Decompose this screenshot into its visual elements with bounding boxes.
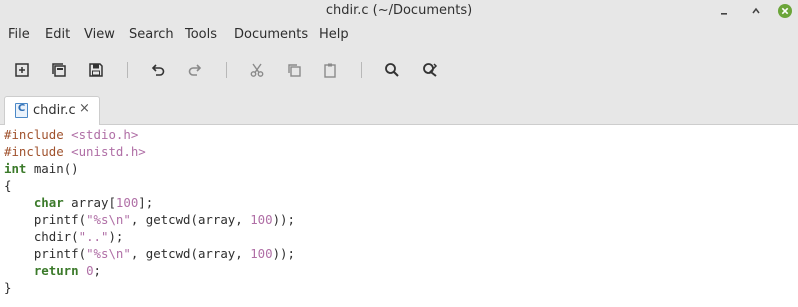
code-token: )); (272, 212, 295, 227)
toolbar-separator (226, 62, 227, 78)
undo-button[interactable] (148, 60, 168, 80)
menu-tools[interactable]: Tools (185, 27, 217, 42)
code-text[interactable]: #include <stdio.h> #include <unistd.h> int… (4, 126, 295, 296)
code-token: , getcwd(array, (130, 246, 251, 261)
code-line[interactable]: #include <unistd.h> (4, 143, 295, 160)
menu-edit[interactable]: Edit (45, 27, 70, 42)
code-line[interactable]: printf("%s\n", getcwd(array, 100)); (4, 211, 295, 228)
code-token: <stdio.h> (71, 127, 139, 142)
code-token: printf( (4, 246, 87, 261)
code-line[interactable]: #include <stdio.h> (4, 126, 295, 143)
code-token: { (4, 178, 12, 193)
code-line[interactable]: { (4, 177, 295, 194)
minimize-button[interactable] (715, 2, 733, 20)
redo-button[interactable] (185, 60, 205, 80)
toolbar-separator (361, 62, 362, 78)
code-line[interactable]: char array[100]; (4, 194, 295, 211)
code-editor[interactable]: #include <stdio.h> #include <unistd.h> int… (0, 125, 798, 307)
copy-button[interactable] (284, 60, 304, 80)
code-token: ]; (138, 195, 154, 210)
tab-close-icon[interactable]: × (79, 101, 90, 116)
open-recent-icon (52, 63, 66, 77)
code-token: 100 (115, 195, 139, 210)
tab-chdir-c[interactable]: C chdir.c × (4, 96, 100, 125)
code-token: )); (272, 246, 295, 261)
redo-icon (188, 64, 202, 76)
code-token: ); (108, 229, 124, 244)
code-token: #include (4, 127, 72, 142)
code-token: int (4, 161, 27, 176)
maximize-button[interactable] (747, 2, 765, 20)
code-token: ; (93, 263, 102, 278)
code-line[interactable]: return 0; (4, 262, 295, 279)
code-token: 100 (250, 246, 273, 261)
code-token: "%s\n" (86, 212, 131, 227)
code-token: <unistd.h> (71, 144, 146, 159)
open-recent-button[interactable] (49, 60, 69, 80)
new-document-button[interactable] (12, 60, 32, 80)
search-button[interactable] (382, 60, 402, 80)
code-line[interactable]: int main() (4, 160, 295, 177)
code-token: 100 (250, 212, 273, 227)
save-button[interactable] (86, 60, 106, 80)
minimize-icon (721, 13, 727, 15)
search-replace-button[interactable] (420, 60, 440, 80)
code-token: "%s\n" (86, 246, 131, 261)
toolbar (0, 48, 798, 92)
menu-bar: File Edit View Search Tools Documents He… (0, 22, 798, 48)
code-token: printf( (4, 212, 87, 227)
new-document-icon (15, 63, 29, 77)
code-token: array[ (63, 195, 116, 210)
paste-icon (324, 63, 336, 78)
code-token: chdir( (4, 229, 79, 244)
search-icon (385, 63, 399, 77)
cut-button[interactable] (247, 60, 267, 80)
toolbar-separator (127, 62, 128, 78)
code-token: main() (26, 161, 79, 176)
menu-help[interactable]: Help (319, 27, 349, 42)
close-window-button[interactable] (776, 2, 794, 20)
code-token: ".." (78, 229, 109, 244)
code-token: #include (4, 144, 72, 159)
menu-file[interactable]: File (8, 27, 30, 42)
code-token: return (33, 263, 79, 278)
tab-bar: C chdir.c × (0, 92, 798, 125)
menu-search[interactable]: Search (129, 27, 174, 42)
copy-icon (288, 64, 301, 77)
code-token: 0 (86, 263, 94, 278)
code-token: , getcwd(array, (130, 212, 251, 227)
code-token: } (4, 280, 12, 295)
replace-icon (423, 63, 438, 77)
code-line[interactable]: } (4, 279, 295, 296)
code-line[interactable]: printf("%s\n", getcwd(array, 100)); (4, 245, 295, 262)
menu-view[interactable]: View (84, 27, 115, 42)
paste-button[interactable] (320, 60, 340, 80)
maximize-icon (752, 7, 760, 14)
c-file-icon: C (15, 103, 28, 118)
title-bar: chdir.c (~/Documents) (0, 0, 798, 22)
code-token: char (33, 195, 64, 210)
save-icon (89, 63, 103, 77)
cut-icon (250, 63, 264, 77)
menu-documents[interactable]: Documents (234, 27, 308, 42)
code-line[interactable]: chdir(".."); (4, 228, 295, 245)
close-icon (778, 4, 792, 18)
tab-label: chdir.c (33, 103, 76, 118)
window-title: chdir.c (~/Documents) (325, 3, 473, 18)
undo-icon (151, 64, 165, 76)
